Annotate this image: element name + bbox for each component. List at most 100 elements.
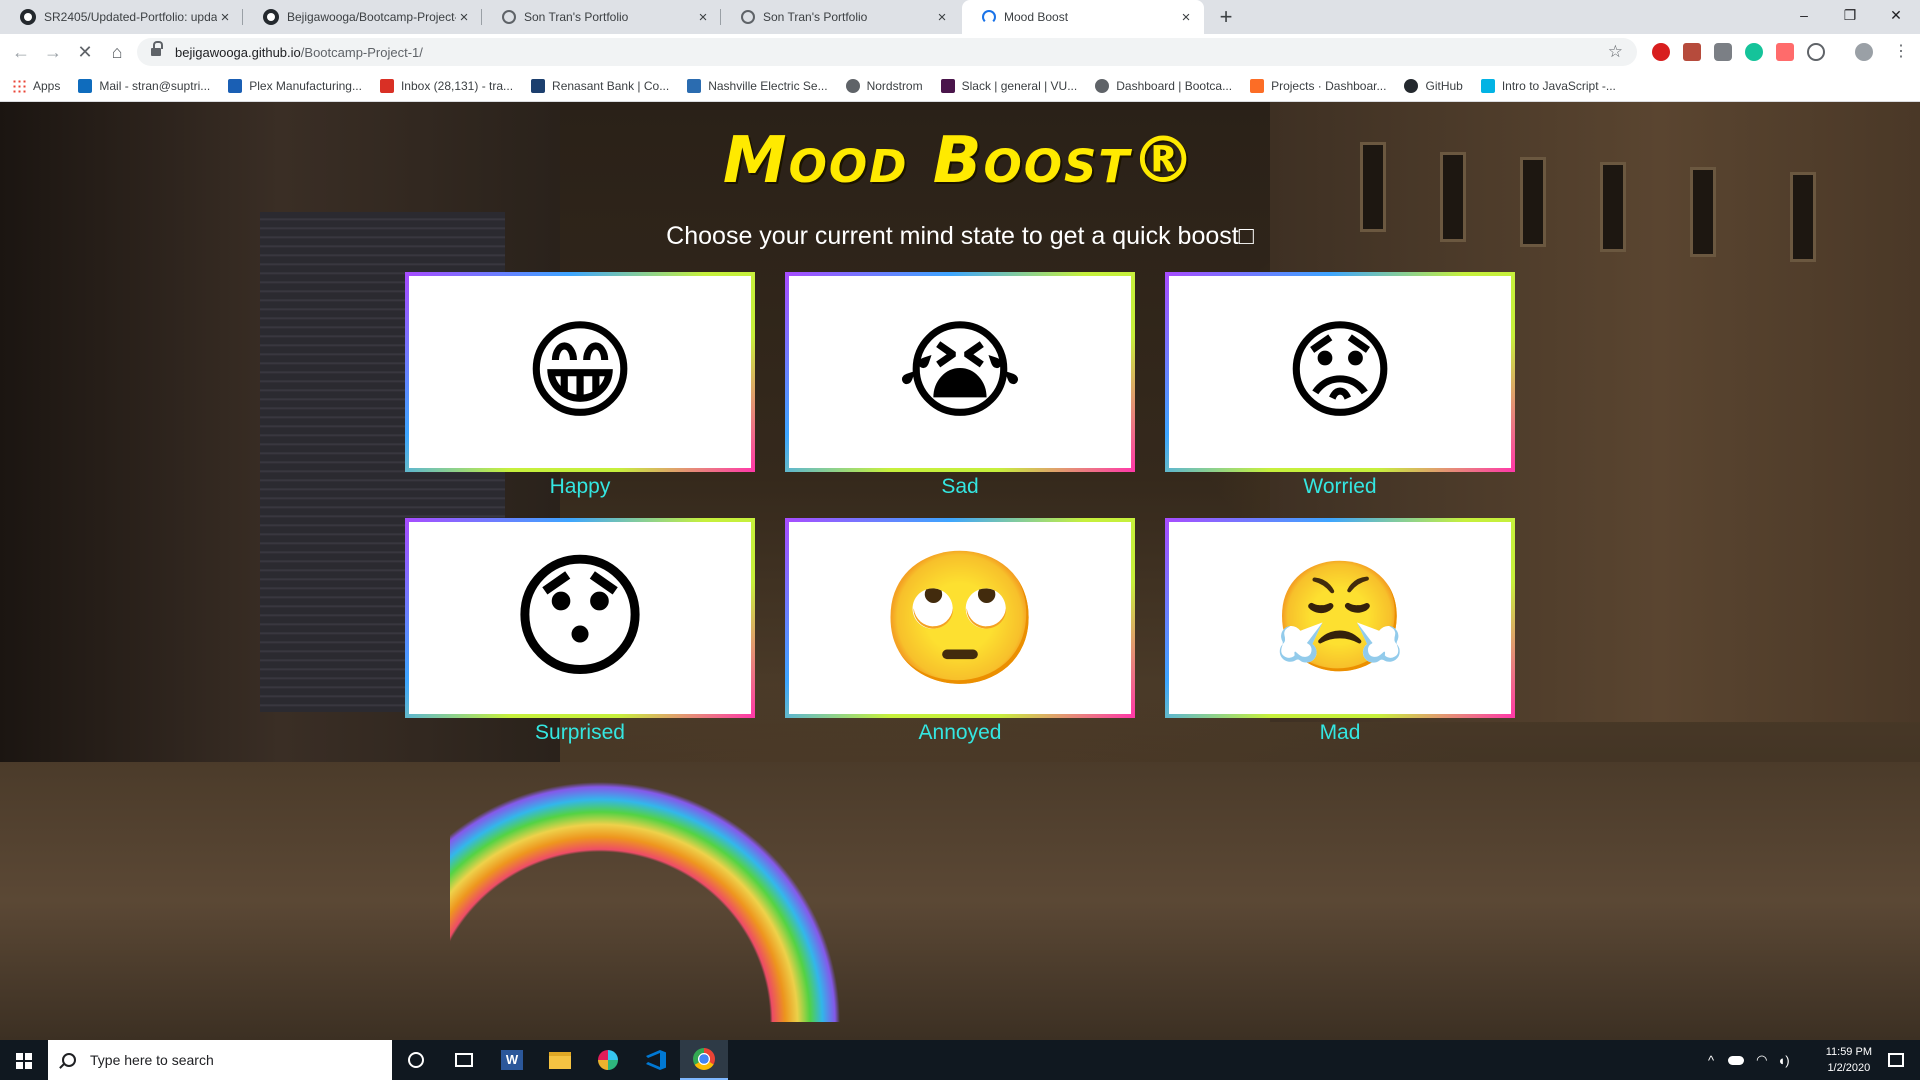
- info-extension-icon[interactable]: [1807, 43, 1825, 61]
- close-tab-icon[interactable]: ×: [695, 9, 711, 26]
- mood-card[interactable]: 😤: [1165, 518, 1515, 718]
- bookmark-item[interactable]: Slack | general | VU...: [940, 78, 1077, 93]
- close-window-button[interactable]: ✕: [1873, 0, 1919, 34]
- grinning-face-icon: 😁: [523, 309, 637, 434]
- mood-card[interactable]: 😟: [1165, 272, 1515, 472]
- onedrive-icon[interactable]: [1728, 1055, 1745, 1065]
- volume-icon[interactable]: ◖): [1777, 1053, 1789, 1068]
- bookmark-star-icon[interactable]: ☆: [1608, 42, 1623, 62]
- globe-icon: [845, 78, 860, 93]
- mood-card[interactable]: 🙄: [785, 518, 1135, 718]
- mood-label: Sad: [941, 475, 979, 498]
- udacity-icon: [1480, 78, 1495, 93]
- browser-tab-active[interactable]: Mood Boost ×: [962, 0, 1204, 34]
- mood-label: Worried: [1303, 475, 1377, 498]
- tab-title: Mood Boost: [1004, 10, 1069, 24]
- bookmark-item[interactable]: Dashboard | Bootca...: [1095, 78, 1233, 93]
- mood-option-happy[interactable]: 😁 Happy: [405, 272, 755, 499]
- minimize-button[interactable]: –: [1781, 0, 1827, 34]
- github-icon: [20, 9, 36, 25]
- close-tab-icon[interactable]: ×: [217, 9, 233, 26]
- mood-option-worried[interactable]: 😟 Worried: [1165, 272, 1515, 499]
- hushed-face-icon: 😯: [509, 539, 651, 697]
- browser-tab[interactable]: SR2405/Updated-Portfolio: upda ×: [0, 0, 243, 34]
- search-placeholder: Type here to search: [90, 1052, 214, 1068]
- file-explorer-icon[interactable]: [536, 1040, 584, 1080]
- notifications-icon[interactable]: [1872, 1040, 1920, 1080]
- url-text[interactable]: bejigawooga.github.io/Bootcamp-Project-1…: [175, 45, 423, 60]
- pdf-extension-icon[interactable]: [1683, 43, 1701, 61]
- extension-icon[interactable]: [1714, 43, 1732, 61]
- mood-option-annoyed[interactable]: 🙄 Annoyed: [785, 518, 1135, 745]
- taskbar-clock[interactable]: 11:59 PM 1/2/2020: [1826, 1044, 1872, 1076]
- close-tab-icon[interactable]: ×: [1178, 9, 1194, 26]
- start-button[interactable]: [0, 1040, 48, 1080]
- stop-loading-button[interactable]: ✕: [70, 37, 100, 67]
- browser-tab[interactable]: Son Tran's Portfolio ×: [482, 0, 721, 34]
- chrome-icon[interactable]: [680, 1040, 728, 1080]
- slack-icon[interactable]: [584, 1040, 632, 1080]
- mood-option-mad[interactable]: 😤 Mad: [1165, 518, 1515, 745]
- bookmark-item[interactable]: Nordstrom: [845, 78, 923, 93]
- bookmark-label: Nashville Electric Se...: [708, 78, 828, 93]
- close-tab-icon[interactable]: ×: [934, 9, 950, 26]
- forward-button[interactable]: →: [38, 37, 68, 67]
- vscode-icon[interactable]: [632, 1040, 680, 1080]
- bookmark-label: GitHub: [1425, 78, 1463, 93]
- browser-tab[interactable]: Son Tran's Portfolio ×: [721, 0, 960, 34]
- task-view-icon[interactable]: [440, 1040, 488, 1080]
- bookmark-label: Inbox (28,131) - tra...: [400, 78, 514, 93]
- taskbar-search-box[interactable]: Type here to search: [48, 1040, 392, 1080]
- bookmark-item[interactable]: Projects · Dashboar...: [1250, 78, 1387, 93]
- cortana-icon[interactable]: [392, 1040, 440, 1080]
- bookmark-item[interactable]: Plex Manufacturing...: [228, 78, 362, 93]
- word-icon[interactable]: W: [488, 1040, 536, 1080]
- mood-option-surprised[interactable]: 😯 Surprised: [405, 518, 755, 745]
- bookmark-item[interactable]: GitHub: [1404, 78, 1463, 93]
- github-icon: [263, 9, 279, 25]
- windows-logo-icon: [16, 1053, 32, 1069]
- mood-card[interactable]: 😭: [785, 272, 1135, 472]
- bookmark-item[interactable]: Mail - stran@suptri...: [78, 78, 210, 93]
- adblock-extension-icon[interactable]: [1652, 43, 1670, 61]
- globe-icon: [741, 10, 755, 24]
- mood-option-sad[interactable]: 😭 Sad: [785, 272, 1135, 499]
- bookmark-label: Nordstrom: [866, 78, 923, 93]
- apps-grid-icon: [12, 78, 26, 93]
- bookmark-item[interactable]: Intro to JavaScript -...: [1480, 78, 1616, 93]
- bookmark-label: Dashboard | Bootca...: [1116, 78, 1233, 93]
- profile-avatar[interactable]: [1855, 43, 1873, 61]
- bookmark-item[interactable]: Apps: [12, 78, 60, 93]
- menu-icon[interactable]: ⋮: [1892, 43, 1910, 61]
- maximize-button[interactable]: ❐: [1827, 0, 1873, 34]
- close-tab-icon[interactable]: ×: [456, 9, 472, 26]
- bookmark-item[interactable]: Renasant Bank | Co...: [531, 78, 669, 93]
- worried-face-icon: 😟: [1283, 309, 1397, 434]
- bookmarks-bar: Apps Mail - stran@suptri... Plex Manufac…: [0, 70, 1920, 102]
- wifi-icon[interactable]: ◠: [1756, 1052, 1767, 1068]
- new-tab-button[interactable]: +: [1213, 4, 1239, 30]
- bookmark-item[interactable]: Inbox (28,131) - tra...: [379, 78, 514, 93]
- back-button[interactable]: ←: [6, 37, 36, 67]
- bookmark-item[interactable]: Nashville Electric Se...: [687, 78, 828, 93]
- tab-title: Son Tran's Portfolio: [763, 10, 868, 24]
- show-hidden-icons-icon[interactable]: ^: [1708, 1053, 1714, 1068]
- outlook-icon: [78, 78, 93, 93]
- mood-card[interactable]: 😯: [405, 518, 755, 718]
- address-bar[interactable]: bejigawooga.github.io/Bootcamp-Project-1…: [137, 38, 1637, 66]
- mood-label: Happy: [549, 475, 611, 498]
- bookmark-label: Plex Manufacturing...: [249, 78, 362, 93]
- browser-toolbar: ← → ✕ ⌂ bejigawooga.github.io/Bootcamp-P…: [0, 34, 1920, 70]
- bookmark-label: Projects · Dashboar...: [1271, 78, 1387, 93]
- browser-tab-strip: SR2405/Updated-Portfolio: upda × Bejigaw…: [0, 0, 1920, 34]
- grammarly-icon[interactable]: [1745, 43, 1763, 61]
- search-icon: [62, 1053, 76, 1067]
- slack-icon: [940, 78, 955, 93]
- home-button[interactable]: ⌂: [102, 37, 132, 67]
- tab-title: Bejigawooga/Bootcamp-Project-: [287, 10, 456, 24]
- system-tray: ^ ◠ ◖): [1708, 1040, 1790, 1080]
- browser-tab[interactable]: Bejigawooga/Bootcamp-Project- ×: [243, 0, 482, 34]
- cast-extension-icon[interactable]: [1776, 43, 1794, 61]
- mood-card[interactable]: 😁: [405, 272, 755, 472]
- globe-icon: [502, 10, 516, 24]
